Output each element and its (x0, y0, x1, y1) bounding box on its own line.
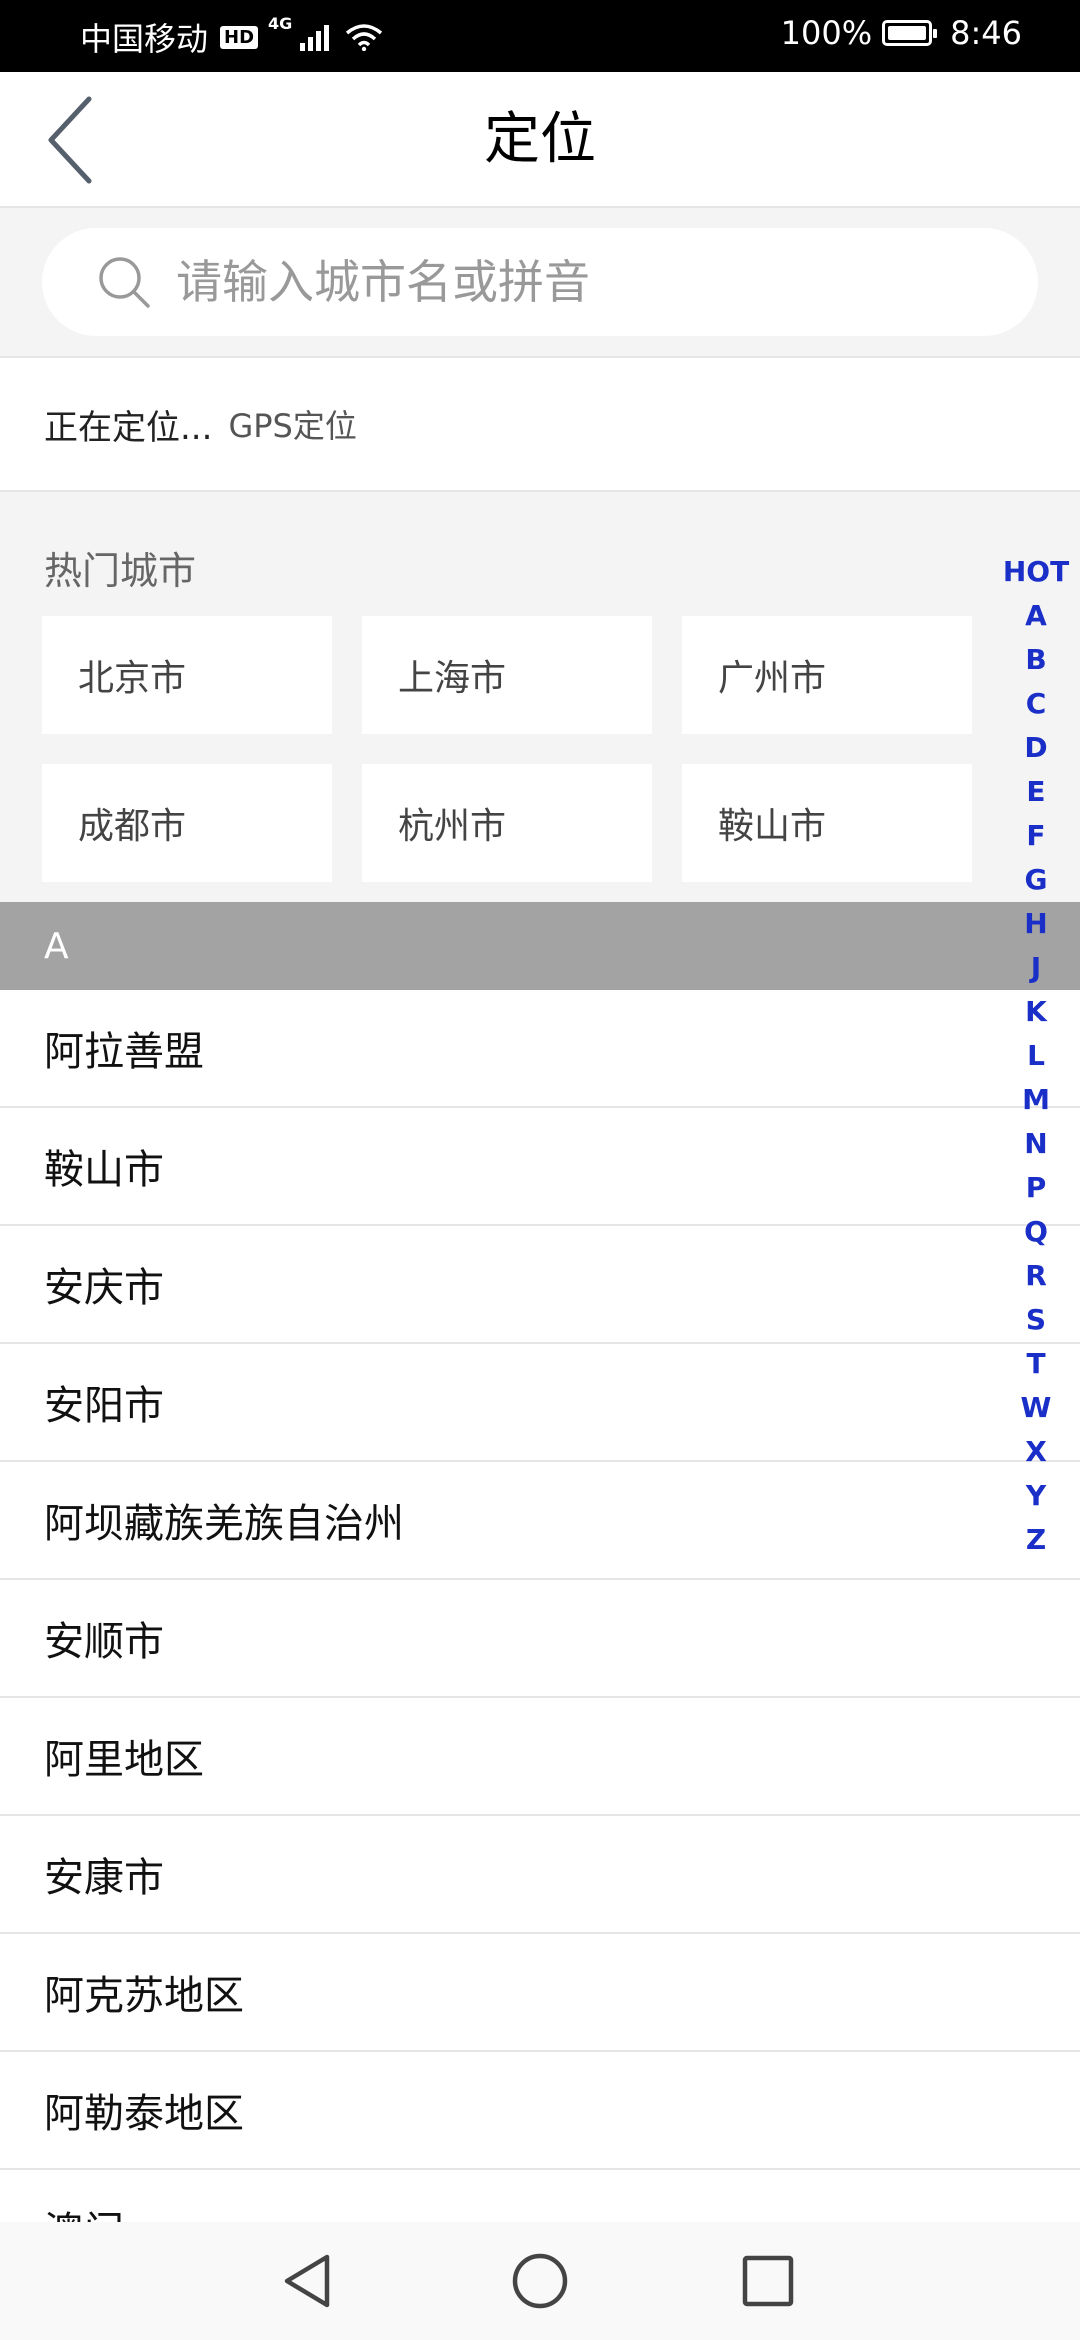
city-list-item[interactable]: 安阳市 (0, 1344, 1080, 1462)
search-input[interactable] (176, 255, 976, 309)
chevron-left-icon (48, 96, 92, 184)
index-letter-m[interactable]: M (1000, 1078, 1072, 1122)
locating-status: 正在定位... (44, 407, 213, 448)
index-letter-b[interactable]: B (1000, 638, 1072, 682)
status-bar: 中国移动 HD 4G 100% 8:46 (0, 0, 1080, 72)
city-list-item[interactable]: 安康市 (0, 1816, 1080, 1934)
index-letter-x[interactable]: X (1000, 1430, 1072, 1474)
index-letter-s[interactable]: S (1000, 1298, 1072, 1342)
clock: 8:46 (950, 14, 1022, 52)
index-letter-d[interactable]: D (1000, 726, 1072, 770)
index-letter-n[interactable]: N (1000, 1122, 1072, 1166)
hot-cities-grid: 北京市 上海市 广州市 成都市 杭州市 鞍山市 (42, 616, 972, 882)
hd-badge: HD (220, 25, 259, 49)
city-list-item[interactable]: 阿坝藏族羌族自治州 (0, 1462, 1080, 1580)
status-right: 100% 8:46 (781, 14, 1022, 52)
signal-icon (300, 23, 330, 51)
index-letter-z[interactable]: Z (1000, 1518, 1072, 1562)
letter-index: HOT A B C D E F G H J K L M N P Q R S T … (1000, 550, 1072, 1562)
hot-city-button[interactable]: 鞍山市 (682, 764, 972, 882)
battery-icon (882, 20, 938, 46)
index-letter-j[interactable]: J (1000, 946, 1072, 990)
city-list[interactable]: 阿拉善盟 鞍山市 安庆市 安阳市 阿坝藏族羌族自治州 安顺市 阿里地区 安康市 … (0, 990, 1080, 2222)
hot-cities-section: 热门城市 北京市 上海市 广州市 成都市 杭州市 鞍山市 (0, 492, 1080, 902)
index-letter-q[interactable]: Q (1000, 1210, 1072, 1254)
city-list-item[interactable]: 鞍山市 (0, 1108, 1080, 1226)
square-recents-icon (742, 2255, 794, 2307)
system-back-button[interactable] (272, 2246, 342, 2316)
status-left: 中国移动 HD 4G (80, 14, 383, 60)
hot-city-button[interactable]: 北京市 (42, 616, 332, 734)
system-nav-bar (0, 2222, 1080, 2340)
city-list-item[interactable]: 阿拉善盟 (0, 990, 1080, 1108)
index-letter-g[interactable]: G (1000, 858, 1072, 902)
city-list-item[interactable]: 安顺市 (0, 1580, 1080, 1698)
nav-bar: 定位 (0, 72, 1080, 208)
back-button[interactable] (30, 92, 110, 188)
city-list-item[interactable]: 澳门 (0, 2170, 1080, 2222)
index-letter-hot[interactable]: HOT (1000, 550, 1072, 594)
system-recents-button[interactable] (733, 2246, 803, 2316)
search-box[interactable] (42, 228, 1038, 336)
index-letter-f[interactable]: F (1000, 814, 1072, 858)
battery-percent: 100% (780, 14, 873, 52)
index-letter-a[interactable]: A (1000, 594, 1072, 638)
search-icon (99, 257, 150, 308)
search-area (0, 208, 1080, 358)
section-header-a: A (0, 902, 1080, 990)
wifi-icon (346, 24, 383, 51)
locate-row[interactable]: 正在定位... GPS定位 (0, 358, 1080, 492)
hot-city-button[interactable]: 上海市 (362, 616, 652, 734)
system-home-button[interactable] (505, 2246, 575, 2316)
city-list-item[interactable]: 安庆市 (0, 1226, 1080, 1344)
index-letter-y[interactable]: Y (1000, 1474, 1072, 1518)
city-list-item[interactable]: 阿克苏地区 (0, 1934, 1080, 2052)
index-letter-r[interactable]: R (1000, 1254, 1072, 1298)
hot-city-button[interactable]: 杭州市 (362, 764, 652, 882)
hot-city-button[interactable]: 广州市 (682, 616, 972, 734)
page-title: 定位 (484, 107, 596, 172)
index-letter-c[interactable]: C (1000, 682, 1072, 726)
city-list-item[interactable]: 阿勒泰地区 (0, 2052, 1080, 2170)
index-letter-w[interactable]: W (1000, 1386, 1072, 1430)
index-letter-h[interactable]: H (1000, 902, 1072, 946)
index-letter-k[interactable]: K (1000, 990, 1072, 1034)
hot-city-button[interactable]: 成都市 (42, 764, 332, 882)
carrier-label: 中国移动 (80, 20, 209, 58)
network-type: 4G (268, 14, 293, 33)
triangle-back-icon (284, 2254, 330, 2308)
index-letter-p[interactable]: P (1000, 1166, 1072, 1210)
gps-label: GPS定位 (228, 407, 357, 445)
index-letter-t[interactable]: T (1000, 1342, 1072, 1386)
index-letter-e[interactable]: E (1000, 770, 1072, 814)
hot-cities-title: 热门城市 (44, 549, 197, 593)
circle-home-icon (512, 2253, 568, 2309)
city-list-item[interactable]: 阿里地区 (0, 1698, 1080, 1816)
index-letter-l[interactable]: L (1000, 1034, 1072, 1078)
